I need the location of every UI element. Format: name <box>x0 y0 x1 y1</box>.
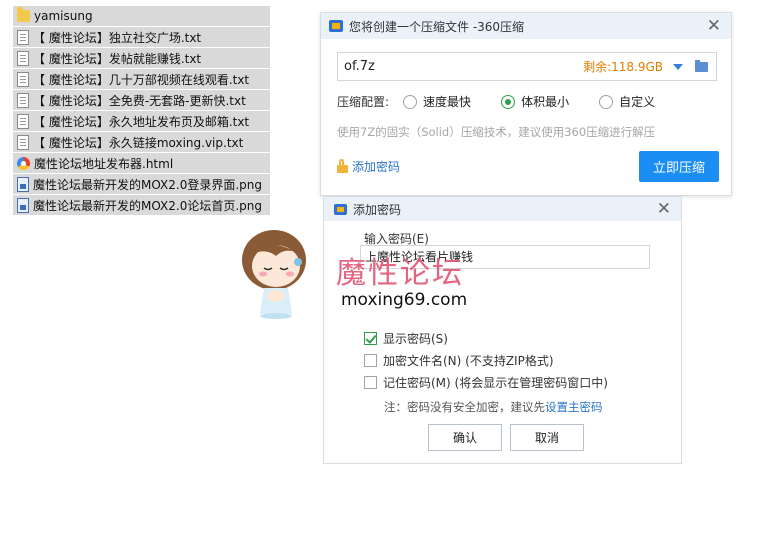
radio-custom[interactable]: 自定义 <box>599 93 655 110</box>
text-file-icon <box>17 92 29 108</box>
checkbox[interactable] <box>364 354 377 367</box>
cancel-button[interactable]: 取消 <box>510 424 584 451</box>
image-file-icon <box>17 176 29 192</box>
chevron-down-icon[interactable] <box>673 63 683 70</box>
file-name: yamisung <box>34 9 93 23</box>
file-item[interactable]: 【 魔性论坛】几十万部视频在线观看.txt <box>13 69 270 89</box>
checkbox[interactable] <box>364 376 377 389</box>
watermark-url: moxing69.com <box>341 290 468 310</box>
file-item[interactable]: 【 魔性论坛】全免费-无套路-更新快.txt <box>13 90 270 110</box>
show-password-checkbox[interactable]: 显示密码(S) <box>364 330 448 347</box>
folder-browse-icon[interactable] <box>695 59 708 72</box>
password-note: 注：密码没有安全加密，建议先设置主密码 <box>384 399 603 415</box>
password-dialog-title: 添加密码 <box>353 202 402 217</box>
compress-config-label: 压缩配置: <box>337 95 390 109</box>
file-name: 【 魔性论坛】几十万部视频在线观看.txt <box>33 72 250 87</box>
checkbox-label: 显示密码(S) <box>383 332 448 346</box>
set-master-password-link[interactable]: 设置主密码 <box>545 400 603 414</box>
text-file-icon <box>17 71 29 87</box>
radio-button[interactable] <box>403 94 418 109</box>
compress-dialog-titlebar[interactable]: 您将创建一个压缩文件 -360压缩 ✕ <box>321 13 731 39</box>
text-file-icon <box>17 134 29 150</box>
compress-dialog: 您将创建一个压缩文件 -360压缩 ✕ of.7z 剩余:118.9GB 压缩配… <box>320 12 732 196</box>
radio-button[interactable] <box>501 94 516 109</box>
app-logo-icon <box>334 203 347 215</box>
file-name: 魔性论坛最新开发的MOX2.0论坛首页.png <box>33 198 262 213</box>
file-name: 【 魔性论坛】独立社交广场.txt <box>33 30 202 45</box>
radio-button[interactable] <box>599 94 614 109</box>
cartoon-girl-icon <box>242 230 306 319</box>
image-file-icon <box>17 197 29 213</box>
file-list: yamisung 【 魔性论坛】独立社交广场.txt 【 魔性论坛】发帖就能赚钱… <box>13 6 270 216</box>
watermark: 魔性论坛 moxing69.com <box>236 222 496 322</box>
password-dialog-titlebar[interactable]: 添加密码 ✕ <box>324 197 681 221</box>
checkbox-label: 记住密码(M) (将会显示在管理密码窗口中) <box>383 376 608 390</box>
radio-label: 速度最快 <box>423 95 472 109</box>
file-item[interactable]: 【 魔性论坛】永久链接moxing.vip.txt <box>13 132 270 152</box>
text-file-icon <box>17 113 29 129</box>
app-logo-icon <box>329 20 343 32</box>
file-item[interactable]: 【 魔性论坛】发帖就能赚钱.txt <box>13 48 270 68</box>
file-name: 魔性论坛地址发布器.html <box>34 156 174 171</box>
watermark-text: 魔性论坛 <box>336 256 464 291</box>
file-name: 魔性论坛最新开发的MOX2.0登录界面.png <box>33 177 262 192</box>
archive-path-field[interactable]: of.7z 剩余:118.9GB <box>337 52 717 81</box>
lock-icon <box>337 158 348 173</box>
free-space-label: 剩余:118.9GB <box>583 60 663 74</box>
confirm-button[interactable]: 确认 <box>428 424 502 451</box>
file-item[interactable]: yamisung <box>13 6 270 26</box>
add-password-label[interactable]: 添加密码 <box>352 158 400 175</box>
compress-config: 压缩配置: 速度最快 体积最小 自定义 <box>337 93 685 110</box>
folder-icon <box>17 7 30 22</box>
checkbox[interactable] <box>364 332 377 345</box>
encrypt-filenames-checkbox[interactable]: 加密文件名(N) (不支持ZIP格式) <box>364 352 554 369</box>
file-name: 【 魔性论坛】发帖就能赚钱.txt <box>33 51 202 66</box>
file-name: 【 魔性论坛】永久地址发布页及邮箱.txt <box>33 114 250 129</box>
file-item[interactable]: 魔性论坛最新开发的MOX2.0登录界面.png <box>13 174 270 194</box>
remember-password-checkbox[interactable]: 记住密码(M) (将会显示在管理密码窗口中) <box>364 374 608 391</box>
compress-dialog-title: 您将创建一个压缩文件 -360压缩 <box>349 19 525 34</box>
browser-icon <box>17 156 30 170</box>
archive-path-value[interactable]: of.7z <box>344 59 583 74</box>
radio-fastest[interactable]: 速度最快 <box>403 93 471 110</box>
file-name: 【 魔性论坛】永久链接moxing.vip.txt <box>33 135 244 150</box>
text-file-icon <box>17 29 29 45</box>
password-note-text: 注：密码没有安全加密，建议先 <box>384 400 545 414</box>
file-item[interactable]: 魔性论坛地址发布器.html <box>13 153 270 173</box>
file-item[interactable]: 【 魔性论坛】独立社交广场.txt <box>13 27 270 47</box>
radio-label: 体积最小 <box>521 95 570 109</box>
compress-hint: 使用7Z的固实（Solid）压缩技术，建议使用360压缩进行解压 <box>337 125 656 139</box>
radio-label: 自定义 <box>619 95 656 109</box>
close-icon[interactable]: ✕ <box>657 199 671 219</box>
text-file-icon <box>17 50 29 66</box>
close-icon[interactable]: ✕ <box>707 16 721 36</box>
compress-now-button[interactable]: 立即压缩 <box>639 151 719 182</box>
file-name: 【 魔性论坛】全免费-无套路-更新快.txt <box>33 93 246 108</box>
file-item[interactable]: 魔性论坛最新开发的MOX2.0论坛首页.png <box>13 195 270 215</box>
checkbox-label: 加密文件名(N) (不支持ZIP格式) <box>383 354 554 368</box>
add-password-link[interactable]: 添加密码 <box>337 158 400 175</box>
radio-smallest[interactable]: 体积最小 <box>501 93 569 110</box>
file-item[interactable]: 【 魔性论坛】永久地址发布页及邮箱.txt <box>13 111 270 131</box>
